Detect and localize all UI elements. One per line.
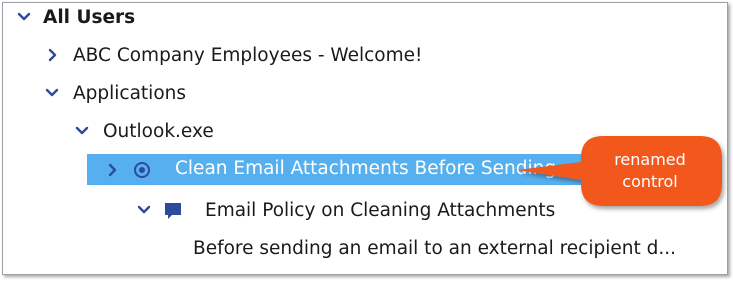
tree-row-all-users[interactable]: All Users <box>10 3 710 31</box>
radio-target-icon <box>131 159 153 181</box>
tree-row-message-text[interactable]: Before sending an email to an external r… <box>193 234 693 262</box>
chevron-down-icon[interactable] <box>136 202 152 218</box>
callout-line: renamed <box>614 150 686 169</box>
chevron-down-icon[interactable] <box>74 123 90 139</box>
tree-label: Applications <box>73 82 187 104</box>
callout-line: control <box>622 172 678 191</box>
tree-row-clean-email-attachments[interactable]: Clean Email Attachments Before Sending <box>87 154 592 185</box>
tree-row-outlook[interactable]: Outlook.exe <box>74 117 674 145</box>
speech-bubble-icon <box>163 201 183 221</box>
chevron-right-icon[interactable] <box>45 47 61 63</box>
tree-row-abc-company[interactable]: ABC Company Employees - Welcome! <box>44 41 684 69</box>
tree-label: Outlook.exe <box>103 120 214 142</box>
tree-label: ABC Company Employees - Welcome! <box>73 44 423 66</box>
callout-text: renamed control <box>585 149 715 193</box>
tree-label: Clean Email Attachments Before Sending <box>175 158 557 179</box>
chevron-down-icon[interactable] <box>44 85 60 101</box>
tree-row-email-policy[interactable]: Email Policy on Cleaning Attachments <box>136 196 696 224</box>
tree-label: Before sending an email to an external r… <box>193 237 676 259</box>
tree-label: Email Policy on Cleaning Attachments <box>205 199 556 221</box>
tree-label: All Users <box>43 6 136 28</box>
tree-row-applications[interactable]: Applications <box>44 79 684 107</box>
chevron-down-icon[interactable] <box>16 9 32 25</box>
chevron-right-icon[interactable] <box>105 162 121 178</box>
